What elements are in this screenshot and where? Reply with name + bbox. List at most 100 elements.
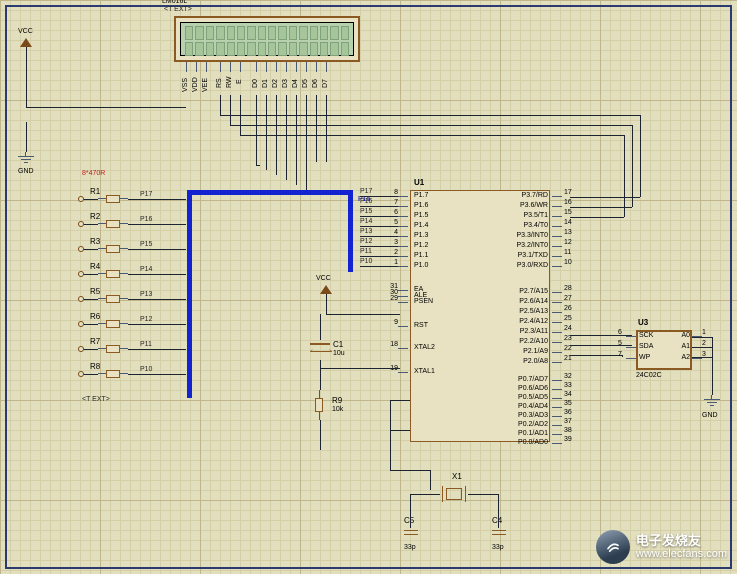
u1-pinnum-7: 7: [388, 199, 398, 206]
r9-resistor[interactable]: [315, 390, 323, 420]
u1-pinname-P2.3/A11: P2.3/A11: [490, 328, 548, 335]
lcd-pin-d0: D0: [252, 79, 259, 88]
u1-pinstub-P2.1/A9: [552, 352, 562, 353]
u1-net-P15: P15: [360, 208, 372, 215]
u1-pinname-XTAL1: XTAL1: [414, 368, 435, 375]
u1-pinstub-P1.6: [398, 206, 408, 207]
watermark: 电子发烧友 www.elecfans.com: [596, 530, 727, 564]
lcd-pin-d6: D6: [312, 79, 319, 88]
u1-pinnum-15: 15: [564, 209, 572, 216]
r9-ref: R9: [332, 396, 342, 405]
c5-val: 33p: [404, 544, 416, 551]
c4-capacitor[interactable]: [492, 528, 506, 542]
u1-pinnum-34: 34: [564, 391, 572, 398]
u1-pinstub-XTAL1: [398, 372, 408, 373]
u1-pinstub-XTAL2: [398, 348, 408, 349]
resistor-R2[interactable]: [98, 220, 128, 228]
u3-pinname-SCK: SCK: [639, 332, 653, 339]
res-net-P15: P15: [140, 241, 152, 248]
u1-pinname-P3.2/INT0: P3.2/INT0: [490, 242, 548, 249]
lcd-pin-d2: D2: [272, 79, 279, 88]
u1-pinname-P3.6/WR: P3.6/WR: [490, 202, 548, 209]
u1-pinstub-P0.7/AD7: [552, 380, 562, 381]
net-terminal-P16[interactable]: [78, 221, 84, 227]
net-terminal-P11[interactable]: [78, 346, 84, 352]
u1-pinname-P1.7: P1.7: [414, 192, 428, 199]
resistor-R1[interactable]: [98, 195, 128, 203]
u1-pinname-P3.4/T0: P3.4/T0: [490, 222, 548, 229]
u1-pinstub-P0.1/AD1: [552, 434, 562, 435]
u1-pinname-P3.0/RXD: P3.0/RXD: [490, 262, 548, 269]
resistor-R8[interactable]: [98, 370, 128, 378]
u1-pinstub-P2.6/A14: [552, 302, 562, 303]
u1-pinstub-PSEN: [398, 302, 408, 303]
u1-pinstub-P2.7/A15: [552, 292, 562, 293]
watermark-url: www.elecfans.com: [636, 548, 727, 560]
u1-pinstub-P1.2: [398, 246, 408, 247]
u1-pinstub-P1.4: [398, 226, 408, 227]
net-terminal-P14[interactable]: [78, 271, 84, 277]
net-terminal-P17[interactable]: [78, 196, 84, 202]
u3-pinname-WP: WP: [639, 354, 650, 361]
lcd-pin-vdd: VDD: [192, 77, 199, 92]
u1-pinname-P0.5/AD5: P0.5/AD5: [490, 394, 548, 401]
res-net-P12: P12: [140, 316, 152, 323]
u1-pinname-P0.6/AD6: P0.6/AD6: [490, 385, 548, 392]
net-terminal-P15[interactable]: [78, 246, 84, 252]
u1-pinnum-39: 39: [564, 436, 572, 443]
gnd-label-right: GND: [702, 412, 718, 419]
u3-pinstub-A2: [692, 358, 702, 359]
lcd-pin-d3: D3: [282, 79, 289, 88]
u1-pinstub-P1.5: [398, 216, 408, 217]
resistor-R6[interactable]: [98, 320, 128, 328]
c5-capacitor[interactable]: [404, 528, 418, 542]
c1-capacitor[interactable]: [310, 340, 330, 360]
u1-pinname-P3.3/INT0: P3.3/INT0: [490, 232, 548, 239]
u1-pinstub-P3.1/TXD: [552, 256, 562, 257]
u1-net-P10: P10: [360, 258, 372, 265]
u3-ref: U3: [638, 318, 648, 327]
lcd-model: LM016L: [162, 0, 187, 5]
lcd-pin-e: E: [236, 79, 243, 84]
c1-ref: C1: [333, 340, 343, 349]
resistor-R3[interactable]: [98, 245, 128, 253]
data-bus-top: [187, 190, 353, 195]
u3-pinnum-1: 1: [702, 329, 706, 336]
u1-pinstub-P1.3: [398, 236, 408, 237]
u1-pinname-XTAL2: XTAL2: [414, 344, 435, 351]
gnd-terminal-right[interactable]: [704, 395, 720, 409]
resistor-R5[interactable]: [98, 295, 128, 303]
gnd-terminal-left[interactable]: [18, 152, 34, 166]
u1-pinname-P0.1/AD1: P0.1/AD1: [490, 430, 548, 437]
vcc-terminal-mid[interactable]: [320, 285, 332, 294]
res-net-P10: P10: [140, 366, 152, 373]
resistor-R4[interactable]: [98, 270, 128, 278]
xtal2-wire: [390, 400, 410, 401]
u1-ref: U1: [414, 178, 424, 187]
u1-pinstub-P0.3/AD3: [552, 416, 562, 417]
net-terminal-P12[interactable]: [78, 321, 84, 327]
u1-pinstub-P2.4/A12: [552, 322, 562, 323]
u1-pinnum-3: 3: [388, 239, 398, 246]
c4-val: 33p: [492, 544, 504, 551]
u1-pinnum-10: 10: [564, 259, 572, 266]
lcd-pin-d4: D4: [292, 79, 299, 88]
u1-pinstub-P1.7: [398, 196, 408, 197]
u1-pinname-P2.0/A8: P2.0/A8: [490, 358, 548, 365]
net-terminal-P13[interactable]: [78, 296, 84, 302]
u1-pinstub-RST: [398, 326, 408, 327]
data-bus-left: [187, 190, 192, 398]
u1-pinstub-P3.7/RD: [552, 196, 562, 197]
u1-pinstub-P3.4/T0: [552, 226, 562, 227]
u1-net-P14: P14: [360, 218, 372, 225]
u1-pinnum-37: 37: [564, 418, 572, 425]
proteus-schematic-canvas[interactable]: <T EXT> LM016L: [0, 0, 737, 574]
u1-pinnum-32: 32: [564, 373, 572, 380]
vcc-terminal-left[interactable]: [20, 38, 32, 47]
u1-pinstub-P3.0/RXD: [552, 266, 562, 267]
net-terminal-P10[interactable]: [78, 371, 84, 377]
x1-crystal[interactable]: [440, 486, 468, 502]
u1-pinnum-8: 8: [388, 189, 398, 196]
u1-net-P17: P17: [360, 188, 372, 195]
resistor-R7[interactable]: [98, 345, 128, 353]
